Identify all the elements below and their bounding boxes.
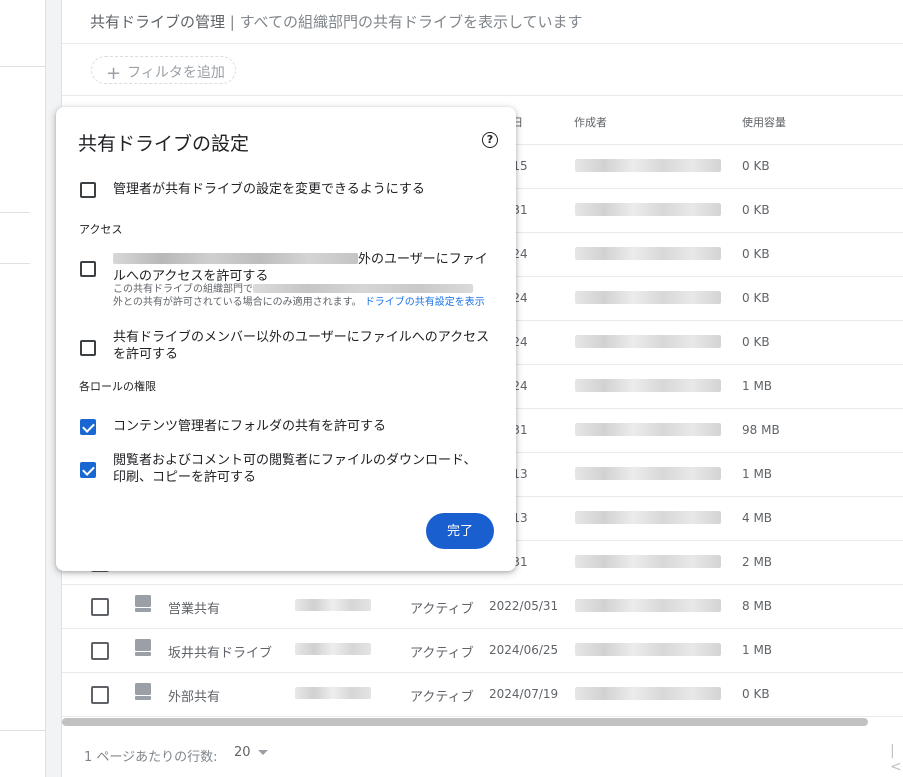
storage-used: 0 KB xyxy=(742,159,770,173)
viewer-download-checkbox[interactable] xyxy=(80,462,96,478)
rows-per-page-select[interactable]: 20 xyxy=(234,745,251,760)
redacted-org-unit xyxy=(295,687,371,699)
first-page-icon[interactable]: |< xyxy=(890,743,903,775)
redacted-creator xyxy=(575,335,721,348)
pagination-footer: 1 ページあたりの行数: 20 |< xyxy=(62,728,903,777)
drive-name[interactable]: 営業共有 xyxy=(168,598,220,617)
redacted-creator xyxy=(575,467,721,480)
redacted-creator xyxy=(575,423,721,436)
divider xyxy=(0,66,46,67)
external-access-label: 外のユーザーにファイ ルへのアクセスを許可する xyxy=(113,251,498,285)
help-icon[interactable]: ? xyxy=(482,132,498,148)
note-text: 外との共有が許可されている場合にのみ適用されます。 xyxy=(113,297,362,308)
storage-used: 0 KB xyxy=(742,291,770,305)
done-button[interactable]: 完了 xyxy=(426,513,494,549)
viewer-download-label: 閲覧者およびコメント可の閲覧者にファイルのダウンロード、印刷、コピーを許可する xyxy=(113,453,477,485)
divider xyxy=(0,730,46,731)
created-date: 2024/06/25 xyxy=(489,643,559,657)
redacted-creator xyxy=(575,203,721,216)
page-subtitle: | すべての組織部門の共有ドライブを表示しています xyxy=(225,13,583,31)
storage-used: 98 MB xyxy=(742,423,780,437)
storage-used: 4 MB xyxy=(742,511,773,525)
redacted-org-unit xyxy=(295,599,371,611)
drive-status: アクティブ xyxy=(410,646,474,661)
nonmember-access-checkbox[interactable] xyxy=(80,340,96,356)
storage-used: 1 MB xyxy=(742,467,773,481)
table-row[interactable]: 外部共有 アクティブ 2024/07/19 0 KB xyxy=(62,673,903,717)
section-access-heading: アクセス xyxy=(79,223,123,236)
content-manager-share-checkbox[interactable] xyxy=(80,419,96,435)
redacted-org-name xyxy=(113,253,358,264)
plus-icon: + xyxy=(106,63,122,84)
drive-name[interactable]: 外部共有 xyxy=(168,686,220,705)
redacted-creator xyxy=(575,599,721,612)
redacted-creator xyxy=(575,555,721,568)
nonmember-access-label: 共有ドライブのメンバー以外のユーザーにファイルへのアクセスを許可する xyxy=(113,330,490,362)
storage-used: 8 MB xyxy=(742,599,773,613)
external-access-text-line2: ルへのアクセスを許可する xyxy=(113,269,269,284)
shared-drive-icon xyxy=(135,639,151,656)
manager-change-checkbox[interactable] xyxy=(80,182,96,198)
dialog-title: 共有ドライブの設定 xyxy=(78,133,250,155)
external-access-checkbox[interactable] xyxy=(80,261,96,277)
column-header-storage[interactable]: 使用容量 xyxy=(742,114,786,130)
left-rail xyxy=(0,0,46,777)
drive-status: アクティブ xyxy=(410,690,474,705)
shared-drive-icon xyxy=(135,595,151,612)
section-roles-heading: 各ロールの権限 xyxy=(79,380,156,393)
rows-per-page-label: 1 ページあたりの行数: xyxy=(84,750,218,765)
column-header-creator[interactable]: 作成者 xyxy=(574,114,607,130)
row-checkbox[interactable] xyxy=(91,686,109,704)
external-access-text: 外のユーザーにファイ xyxy=(358,252,488,267)
storage-used: 1 MB xyxy=(742,643,773,657)
sharing-settings-link[interactable]: ドライブの共有設定を表示 xyxy=(365,297,485,308)
redacted-creator xyxy=(575,291,721,304)
drive-name[interactable]: 坂井共有ドライブ xyxy=(168,642,272,661)
shared-drive-settings-dialog: 共有ドライブの設定 ? 管理者が共有ドライブの設定を変更できるようにする アクセ… xyxy=(56,107,516,571)
filter-bar: + フィルタを追加 xyxy=(62,44,903,96)
shared-drive-icon xyxy=(135,683,151,700)
note-text: この共有ドライブの組織部門で xyxy=(113,284,253,295)
chevron-down-icon[interactable] xyxy=(258,750,268,755)
table-row[interactable]: 坂井共有ドライブ アクティブ 2024/06/25 1 MB xyxy=(62,629,903,673)
row-checkbox[interactable] xyxy=(91,598,109,616)
content-manager-share-label: コンテンツ管理者にフォルダの共有を許可する xyxy=(113,419,387,434)
drive-status: アクティブ xyxy=(410,602,474,617)
storage-used: 0 KB xyxy=(742,203,770,217)
external-access-note: この共有ドライブの組織部門で 外との共有が許可されている場合にのみ適用されます。… xyxy=(113,283,498,309)
page-title: 共有ドライブの管理 xyxy=(90,13,226,31)
redacted-creator xyxy=(575,379,721,392)
redacted-creator xyxy=(575,511,721,524)
add-filter-button[interactable]: + フィルタを追加 xyxy=(91,56,236,84)
created-date: 2022/05/31 xyxy=(489,599,559,613)
storage-used: 1 MB xyxy=(742,379,773,393)
created-date: 2024/07/19 xyxy=(489,687,559,701)
storage-used: 0 KB xyxy=(742,335,770,349)
page-header: 共有ドライブの管理 | すべての組織部門の共有ドライブを表示しています xyxy=(62,0,903,44)
storage-used: 0 KB xyxy=(742,247,770,261)
storage-used: 0 KB xyxy=(742,687,770,701)
divider xyxy=(0,263,30,264)
redacted-creator xyxy=(575,643,721,656)
redacted-org-name xyxy=(253,284,473,293)
redacted-creator xyxy=(575,159,721,172)
manager-change-label: 管理者が共有ドライブの設定を変更できるようにする xyxy=(113,182,425,197)
redacted-creator xyxy=(575,687,721,700)
table-row[interactable]: 営業共有 アクティブ 2022/05/31 8 MB xyxy=(62,585,903,629)
add-filter-label: フィルタを追加 xyxy=(127,65,225,81)
horizontal-scrollbar[interactable] xyxy=(62,718,868,726)
divider xyxy=(0,212,30,213)
redacted-org-unit xyxy=(295,643,371,655)
redacted-creator xyxy=(575,247,721,260)
storage-used: 2 MB xyxy=(742,555,773,569)
row-checkbox[interactable] xyxy=(91,642,109,660)
